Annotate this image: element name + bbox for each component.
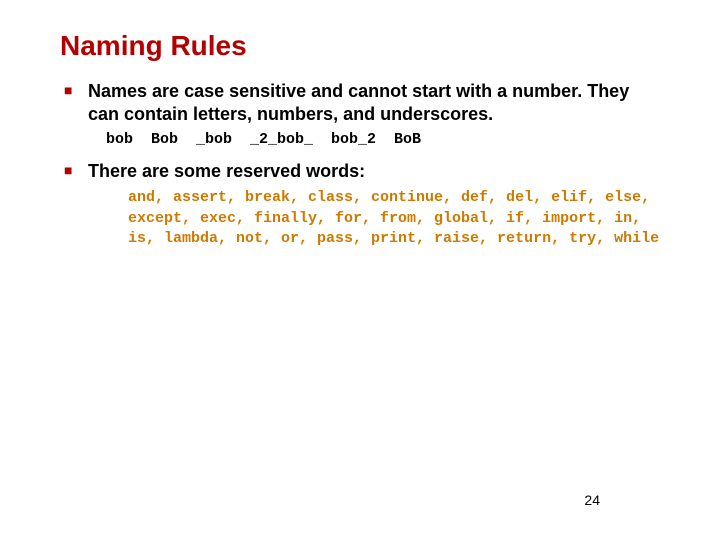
slide: Naming Rules Names are case sensitive an…	[0, 0, 720, 540]
slide-title: Naming Rules	[60, 30, 660, 62]
page-number: 24	[584, 492, 600, 508]
bullet-text: Names are case sensitive and cannot star…	[88, 81, 629, 124]
reserved-words-code: and, assert, break, class, continue, def…	[128, 188, 660, 249]
bullet-text: There are some reserved words:	[88, 161, 365, 181]
bullet-item: Names are case sensitive and cannot star…	[88, 80, 660, 150]
bullet-list: Names are case sensitive and cannot star…	[60, 80, 660, 249]
bullet-item: There are some reserved words: and, asse…	[88, 160, 660, 249]
examples-code: bob Bob _bob _2_bob_ bob_2 BoB	[106, 131, 660, 150]
